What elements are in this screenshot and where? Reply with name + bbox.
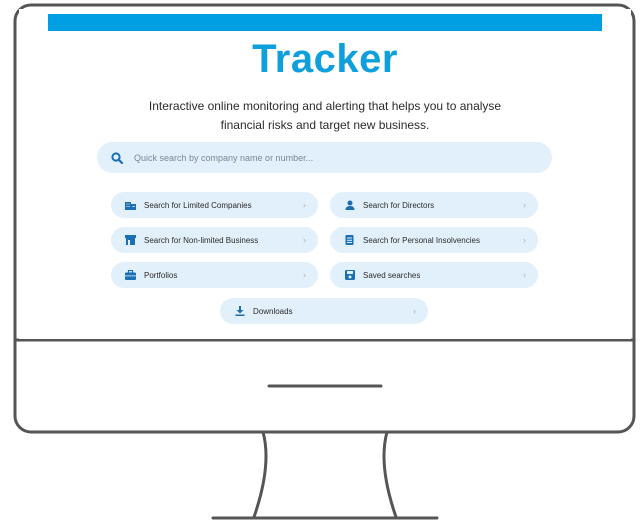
button-label: Downloads: [253, 306, 293, 316]
chevron-right-icon: ›: [303, 235, 306, 245]
button-label: Portfolios: [144, 270, 178, 280]
portfolios-button[interactable]: Portfolios ›: [111, 262, 318, 288]
monitor-stand-left: [252, 431, 268, 518]
document-icon: [344, 235, 355, 246]
button-label: Search for Non-limited Business: [144, 235, 259, 245]
chevron-right-icon: ›: [303, 270, 306, 280]
search-non-limited-business-button[interactable]: Search for Non-limited Business ›: [111, 227, 318, 253]
top-banner: [48, 14, 602, 31]
saved-searches-button[interactable]: Saved searches ›: [330, 262, 538, 288]
page-title: Tracker: [252, 37, 398, 81]
chevron-right-icon: ›: [413, 306, 416, 316]
page-subtitle: Interactive online monitoring and alerti…: [148, 99, 502, 132]
chevron-right-icon: ›: [523, 270, 526, 280]
search-limited-companies-button[interactable]: Search for Limited Companies ›: [111, 192, 318, 218]
button-label: Search for Limited Companies: [144, 200, 252, 210]
downloads-button[interactable]: Downloads ›: [220, 298, 428, 324]
chevron-right-icon: ›: [303, 200, 306, 210]
shop-icon: [125, 235, 136, 246]
person-icon: [344, 200, 355, 211]
monitor-screen: Tracker Interactive online monitoring an…: [19, 9, 631, 339]
quick-search-bar[interactable]: [97, 142, 552, 173]
save-icon: [344, 270, 355, 281]
chevron-right-icon: ›: [523, 235, 526, 245]
monitor-stand-right: [382, 431, 398, 518]
search-personal-insolvencies-button[interactable]: Search for Personal Insolvencies ›: [330, 227, 538, 253]
button-label: Search for Personal Insolvencies: [363, 235, 480, 245]
button-label: Search for Directors: [363, 200, 435, 210]
building-icon: [125, 200, 136, 211]
button-label: Saved searches: [363, 270, 421, 280]
search-input[interactable]: [132, 151, 536, 164]
search-icon: [111, 151, 123, 164]
download-icon: [234, 306, 245, 317]
briefcase-icon: [125, 270, 136, 281]
search-directors-button[interactable]: Search for Directors ›: [330, 192, 538, 218]
chevron-right-icon: ›: [523, 200, 526, 210]
